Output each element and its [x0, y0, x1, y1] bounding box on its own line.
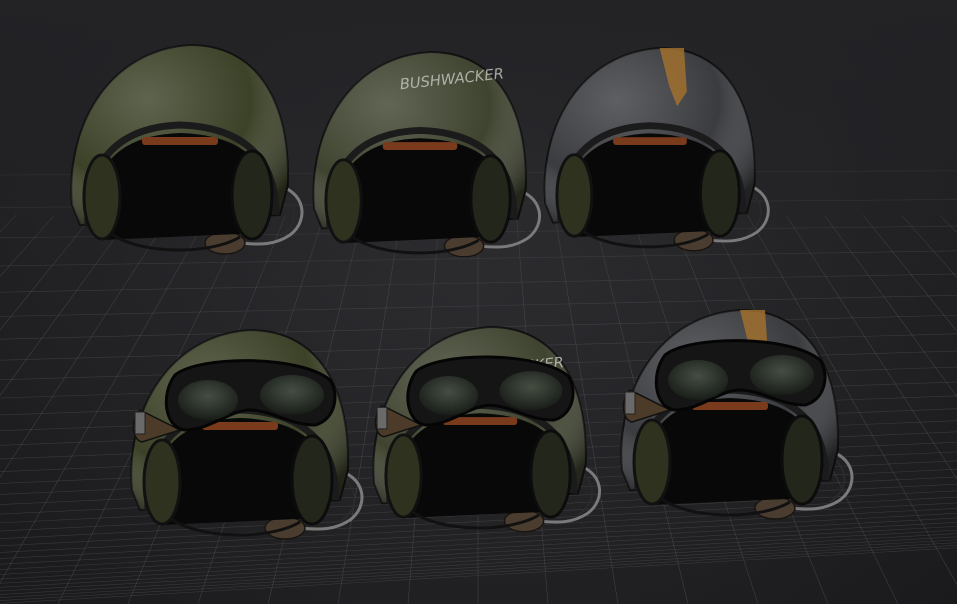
right-goggle-lens [499, 371, 563, 411]
right-earcup [529, 429, 572, 519]
right-earcup [698, 149, 741, 238]
right-earcup [780, 414, 824, 506]
helmet-5: BUSHWACKER [372, 326, 602, 533]
left-goggle-lens [668, 360, 728, 400]
left-goggle-lens [178, 380, 238, 420]
right-earcup [230, 149, 274, 241]
right-earcup [469, 154, 512, 244]
left-goggle-lens [419, 376, 479, 416]
left-earcup [555, 153, 594, 238]
right-earcup [290, 434, 334, 526]
helmet-render-scene: BUSHWACKERBUSHWACKER [0, 0, 957, 604]
helmet-6 [620, 308, 854, 520]
render-viewport: BUSHWACKERBUSHWACKER [0, 0, 957, 604]
right-goggle-lens [260, 375, 324, 415]
brow-pad [142, 137, 218, 145]
left-earcup [142, 438, 182, 526]
left-earcup [384, 433, 423, 519]
right-goggle-lens [750, 355, 814, 395]
left-earcup [632, 418, 672, 506]
left-earcup [82, 153, 122, 241]
left-earcup [324, 158, 363, 244]
helmet-4 [130, 328, 364, 540]
brow-pad [613, 137, 687, 145]
brow-pad [382, 142, 458, 150]
